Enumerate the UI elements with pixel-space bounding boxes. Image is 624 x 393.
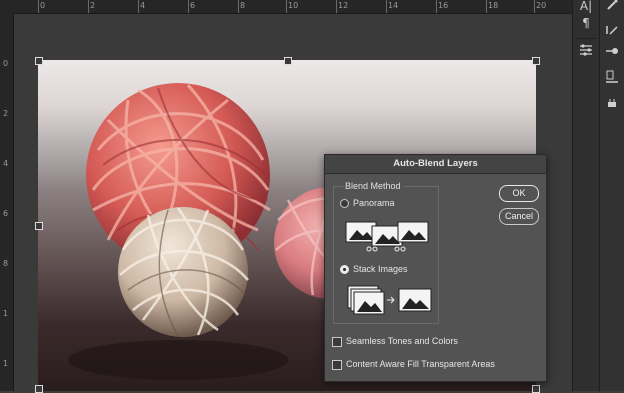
ruler-label: 4 xyxy=(140,1,146,10)
ruler-label: 0 xyxy=(3,59,9,68)
ruler-tick xyxy=(436,0,437,13)
ruler-tick xyxy=(188,0,189,13)
content-aware-fill-checkbox[interactable] xyxy=(332,360,342,370)
panorama-label[interactable]: Panorama xyxy=(353,198,395,208)
ruler-label: 1 xyxy=(3,309,9,318)
transform-handle-top-left[interactable] xyxy=(35,57,43,65)
panel-icon-column: A| ¶ xyxy=(572,0,599,391)
ruler-label: 14 xyxy=(388,1,399,10)
ruler-label: 20 xyxy=(536,1,547,10)
ruler-label: 6 xyxy=(190,1,196,10)
brush-settings-icon[interactable] xyxy=(601,0,623,16)
auto-blend-layers-dialog: Auto-Blend Layers Blend Method Panorama … xyxy=(324,154,547,382)
transform-handle-middle-left[interactable] xyxy=(35,222,43,230)
ruler-tick xyxy=(138,0,139,13)
ruler-label: 6 xyxy=(3,209,9,218)
ruler-label: 2 xyxy=(90,1,96,10)
transform-handle-bottom-left[interactable] xyxy=(35,385,43,393)
ruler-label: 4 xyxy=(3,159,9,168)
dialog-title: Auto-Blend Layers xyxy=(325,155,546,174)
ruler-label: 1 xyxy=(3,359,9,368)
horizontal-ruler[interactable]: 0 2 4 6 8 10 12 14 16 18 20 xyxy=(0,0,572,14)
stack-images-label[interactable]: Stack Images xyxy=(353,264,408,274)
ruler-tick xyxy=(534,0,535,13)
seamless-tones-checkbox[interactable] xyxy=(332,337,342,347)
ok-button[interactable]: OK xyxy=(499,185,539,202)
tool-icon-column xyxy=(599,0,624,391)
ruler-tick xyxy=(88,0,89,13)
stamp-icon[interactable] xyxy=(601,66,623,88)
vertical-ruler[interactable]: 0 2 4 6 8 1 1 xyxy=(0,13,14,391)
transform-handle-top-center[interactable] xyxy=(284,57,292,65)
ruler-tick xyxy=(286,0,287,13)
bucket-icon[interactable] xyxy=(601,92,623,114)
ruler-label: 0 xyxy=(40,1,46,10)
content-aware-fill-label[interactable]: Content Aware Fill Transparent Areas xyxy=(346,359,495,369)
ruler-tick xyxy=(336,0,337,13)
paragraph-panel-icon[interactable]: ¶ xyxy=(575,12,597,34)
stack-images-illustration xyxy=(347,285,433,315)
ruler-origin[interactable] xyxy=(0,0,13,13)
brush-icon[interactable] xyxy=(601,20,623,42)
cancel-button[interactable]: Cancel xyxy=(499,208,539,225)
clone-source-icon[interactable] xyxy=(601,40,623,62)
ruler-tick xyxy=(386,0,387,13)
ruler-label: 2 xyxy=(3,109,9,118)
ruler-label: 16 xyxy=(438,1,449,10)
transform-handle-top-right[interactable] xyxy=(532,57,540,65)
seamless-tones-label[interactable]: Seamless Tones and Colors xyxy=(346,336,458,346)
ruler-label: 12 xyxy=(338,1,349,10)
panorama-image-icon xyxy=(345,221,429,252)
ruler-label: 8 xyxy=(3,259,9,268)
panorama-radio[interactable] xyxy=(340,199,349,208)
ruler-tick xyxy=(238,0,239,13)
ruler-label: 10 xyxy=(288,1,299,10)
stack-image-icon xyxy=(347,285,432,315)
transform-handle-bottom-right[interactable] xyxy=(532,385,540,393)
ruler-label: 18 xyxy=(488,1,499,10)
panorama-illustration xyxy=(345,220,431,252)
ruler-label: 8 xyxy=(240,1,246,10)
ruler-tick xyxy=(38,0,39,13)
ruler-tick xyxy=(486,0,487,13)
adjustments-panel-icon[interactable] xyxy=(575,38,597,61)
blend-method-label: Blend Method xyxy=(343,181,403,191)
stack-images-radio[interactable] xyxy=(340,265,349,274)
